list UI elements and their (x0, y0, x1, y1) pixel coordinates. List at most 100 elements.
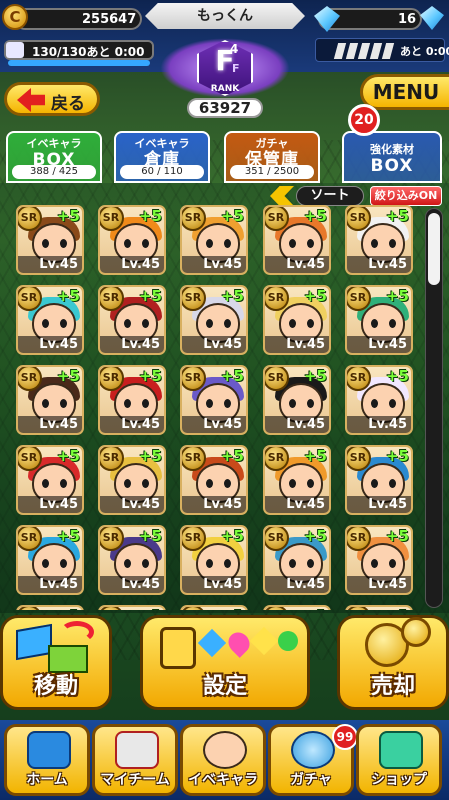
bonus-label: +5 (138, 447, 162, 465)
sort-button[interactable]: ソート (296, 186, 364, 206)
character-card[interactable]: SR+5Lv.45 (180, 525, 248, 595)
rarity-badge: SR (100, 607, 124, 610)
move-arrow-icon (60, 621, 94, 643)
character-eye (307, 239, 314, 248)
character-eye (289, 399, 296, 408)
rarity-badge: SR (265, 607, 289, 610)
character-card[interactable]: SR+5Lv.45 (180, 445, 248, 515)
tab-material-box[interactable]: 強化素材 BOX (342, 131, 442, 183)
tab-event-chara-storage[interactable]: イベキャラ 倉庫 60 / 110 (114, 131, 210, 183)
character-eye (60, 239, 67, 248)
character-card[interactable]: SR+5Lv.45 (180, 365, 248, 435)
character-eye (307, 559, 314, 568)
scroll-thumb[interactable] (428, 213, 440, 285)
character-eye (60, 559, 67, 568)
character-card[interactable]: SR+5Lv.45 (98, 445, 166, 515)
bonus-label: +5 (303, 367, 327, 385)
back-button[interactable]: 戻る (4, 82, 100, 116)
bonus-label: +5 (386, 607, 409, 610)
character-card[interactable]: SR+5Lv.45 (263, 285, 331, 355)
character-card[interactable]: SR+5Lv.45 (263, 605, 331, 610)
team-icon (115, 731, 159, 769)
character-eye (289, 559, 296, 568)
nav-shop[interactable]: ショップ (356, 724, 442, 796)
rank-score: 63927 (187, 98, 263, 118)
character-eye (124, 239, 131, 248)
level-label: Lv.45 (265, 496, 329, 513)
character-card[interactable]: SR+5Lv.45 (16, 445, 84, 515)
level-label: Lv.45 (347, 576, 411, 593)
tab-event-chara-box[interactable]: イベキャラ BOX 388 / 425 (6, 131, 102, 183)
character-card[interactable]: SR+5Lv.45 (16, 285, 84, 355)
nav-my-team[interactable]: マイチーム (92, 724, 178, 796)
character-card[interactable]: SR+5Lv.45 (98, 365, 166, 435)
character-eye (289, 239, 296, 248)
level-label: Lv.45 (18, 416, 82, 433)
character-card[interactable]: SR+5Lv.45 (180, 605, 248, 610)
rarity-badge: SR (265, 447, 289, 471)
bonus-label: +5 (220, 287, 244, 305)
character-card[interactable]: SR+5Lv.45 (263, 445, 331, 515)
character-card[interactable]: SR+5Lv.45 (98, 285, 166, 355)
character-eye (206, 559, 213, 568)
character-card[interactable]: SR+5Lv.45 (345, 365, 413, 435)
character-card[interactable]: SR+5Lv.45 (16, 365, 84, 435)
character-card[interactable]: SR+5Lv.45 (16, 205, 84, 275)
character-eye (307, 319, 314, 328)
character-eye (389, 239, 396, 248)
character-eye (42, 319, 49, 328)
character-eye (224, 479, 231, 488)
rank-superscript: 4 (230, 42, 239, 56)
character-card[interactable]: SR+5Lv.45 (98, 605, 166, 610)
sell-button[interactable]: 売却 (337, 615, 449, 710)
character-card[interactable]: SR+5Lv.45 (263, 205, 331, 275)
shop-icon (379, 731, 423, 769)
character-card[interactable]: SR+5Lv.45 (263, 365, 331, 435)
character-card[interactable]: SR+5Lv.45 (98, 525, 166, 595)
nav-event-chara[interactable]: イベキャラ (180, 724, 266, 796)
character-card[interactable]: SR+5Lv.45 (345, 205, 413, 275)
level-label: Lv.45 (100, 336, 164, 353)
stamina-icon (6, 42, 24, 58)
rarity-badge: SR (182, 607, 206, 610)
character-card[interactable]: SR+5Lv.45 (16, 605, 84, 610)
character-card[interactable]: SR+5Lv.45 (345, 285, 413, 355)
bonus-label: +5 (303, 207, 327, 225)
character-card[interactable]: SR+5Lv.45 (16, 525, 84, 595)
character-card[interactable]: SR+5Lv.45 (98, 205, 166, 275)
bonus-label: +5 (56, 447, 80, 465)
character-card[interactable]: SR+5Lv.45 (180, 205, 248, 275)
bonus-label: +5 (385, 207, 409, 225)
character-eye (206, 239, 213, 248)
character-card[interactable]: SR+5Lv.45 (345, 525, 413, 595)
settings-button[interactable]: 設定 (140, 615, 310, 710)
character-eye (124, 399, 131, 408)
filter-button[interactable]: 絞り込みON (370, 186, 442, 206)
character-card[interactable]: SR+5Lv.45 (345, 605, 413, 610)
bonus-label: +5 (56, 287, 80, 305)
bonus-label: +5 (303, 527, 327, 545)
level-label: Lv.45 (265, 256, 329, 273)
gacha-icon (291, 731, 335, 769)
energy-timer: あと 0:00 (400, 45, 449, 58)
character-card[interactable]: SR+5Lv.45 (180, 285, 248, 355)
character-card[interactable]: SR+5Lv.45 (263, 525, 331, 595)
bonus-label: +5 (139, 607, 162, 610)
grid-scrollbar[interactable] (425, 208, 443, 608)
rarity-badge: SR (347, 527, 371, 551)
level-label: Lv.45 (182, 416, 246, 433)
menu-button[interactable]: MENU (360, 74, 449, 110)
stamina-bar: 130/130あと 0:00 (4, 40, 154, 60)
level-label: Lv.45 (347, 336, 411, 353)
move-button[interactable]: 移動 (0, 615, 112, 710)
character-card[interactable]: SR+5Lv.45 (345, 445, 413, 515)
box-icon (16, 623, 52, 661)
character-eye (224, 559, 231, 568)
tab-gacha-vault[interactable]: ガチャ 保管庫 351 / 2500 (224, 131, 320, 183)
level-label: Lv.45 (182, 576, 246, 593)
character-eye (206, 399, 213, 408)
level-label: Lv.45 (265, 416, 329, 433)
bonus-label: +5 (220, 527, 244, 545)
nav-home[interactable]: ホーム (4, 724, 90, 796)
rarity-badge: SR (100, 207, 124, 231)
